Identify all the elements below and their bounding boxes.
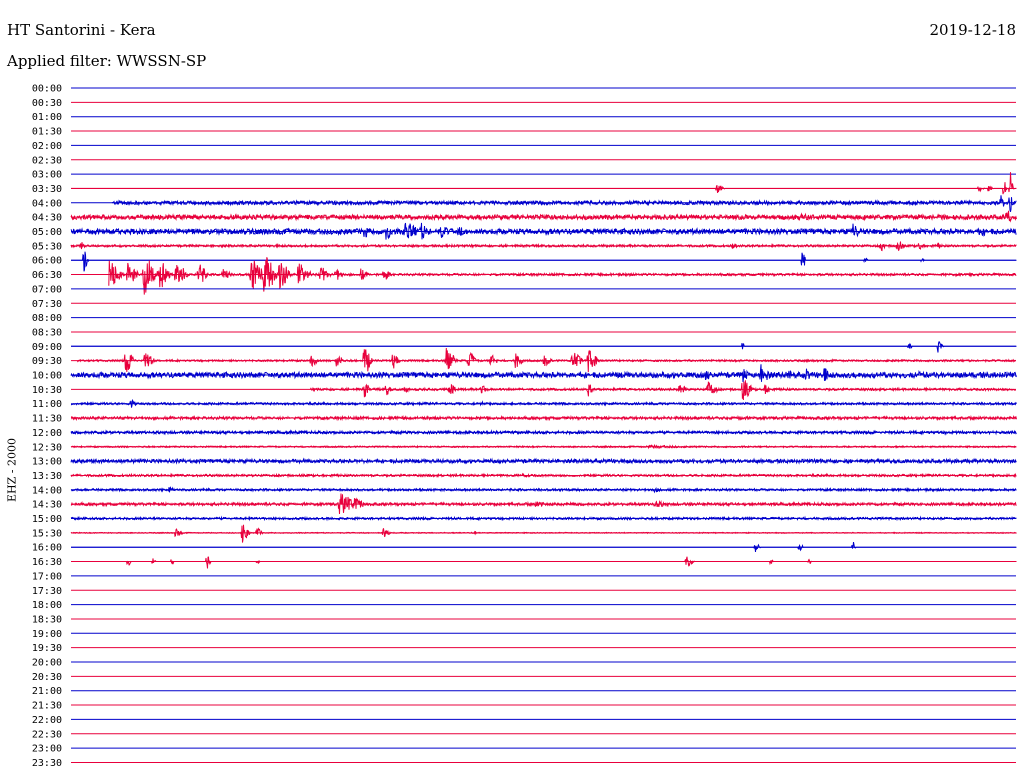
time-label: 17:30 [32, 586, 62, 597]
seismic-trace [70, 515, 1017, 522]
time-label: 11:30 [32, 414, 62, 425]
seismic-trace [71, 542, 1017, 553]
time-label: 05:30 [32, 241, 62, 252]
seismic-trace [70, 414, 1017, 422]
time-label: 07:00 [32, 284, 62, 295]
time-label: 18:30 [32, 614, 62, 625]
seismic-trace [70, 472, 1017, 479]
time-label: 08:30 [32, 327, 62, 338]
time-label: 11:00 [32, 399, 62, 410]
trace-layer [70, 87, 1017, 763]
time-label: 23:30 [32, 758, 62, 769]
time-label: 16:00 [32, 543, 62, 554]
time-label: 12:00 [32, 428, 62, 439]
seismic-trace [70, 222, 1017, 240]
seismic-trace [70, 398, 1017, 408]
time-label: 02:00 [32, 141, 62, 152]
time-label: 13:30 [32, 471, 62, 482]
time-label: 16:30 [32, 557, 62, 568]
seismic-trace [70, 457, 1017, 465]
time-label: 22:30 [32, 729, 62, 740]
time-label: 18:00 [32, 600, 62, 611]
time-label: 01:30 [32, 127, 62, 138]
time-label: 15:00 [32, 514, 62, 525]
time-label: 06:30 [32, 270, 62, 281]
time-label: 10:30 [32, 385, 62, 396]
seismic-trace [71, 341, 1017, 353]
time-label: 08:00 [32, 313, 62, 324]
seismic-trace [70, 210, 1017, 223]
time-label: 04:00 [32, 198, 62, 209]
time-label: 10:00 [32, 371, 62, 382]
time-label: 19:30 [32, 643, 62, 654]
time-label: 15:30 [32, 528, 62, 539]
seismic-trace [70, 364, 1017, 383]
time-label: 07:30 [32, 299, 62, 310]
helicorder-plot: 00:00 00:30 01:00 01:30 02:00 02:30 03:00 03:30… [32, 84, 1017, 769]
time-label: 23:00 [32, 744, 62, 755]
time-label: 03:30 [32, 184, 62, 195]
time-label: 13:00 [32, 457, 62, 468]
time-label: 03:00 [32, 170, 62, 181]
time-label: 05:00 [32, 227, 62, 238]
time-label: 01:00 [32, 112, 62, 123]
seismic-trace [70, 493, 1017, 515]
time-label: 22:00 [32, 715, 62, 726]
time-label: 09:00 [32, 342, 62, 353]
seismic-trace [71, 251, 1017, 272]
time-label: 20:00 [32, 658, 62, 669]
time-label: 09:30 [32, 356, 62, 367]
seismic-trace [70, 524, 1017, 543]
seismic-trace [70, 429, 1017, 436]
time-axis-labels: 00:00 00:30 01:00 01:30 02:00 02:30 03:00 03:30… [32, 84, 62, 769]
seismic-trace [71, 172, 1017, 195]
time-label: 12:30 [32, 442, 62, 453]
time-label: 14:00 [32, 485, 62, 496]
time-label: 04:30 [32, 213, 62, 224]
time-label: 06:00 [32, 256, 62, 267]
time-label: 17:00 [32, 571, 62, 582]
seismic-trace [111, 195, 1017, 212]
seismic-trace [70, 443, 1017, 450]
time-label: 14:30 [32, 500, 62, 511]
seismic-trace [309, 380, 1016, 401]
time-label: 21:00 [32, 686, 62, 697]
time-label: 02:30 [32, 155, 62, 166]
time-label: 00:00 [32, 84, 62, 95]
time-label: 19:00 [32, 629, 62, 640]
seismic-trace [76, 347, 1017, 373]
time-label: 21:30 [32, 701, 62, 712]
time-label: 00:30 [32, 98, 62, 109]
seismic-trace [71, 556, 1017, 569]
time-label: 20:30 [32, 672, 62, 683]
